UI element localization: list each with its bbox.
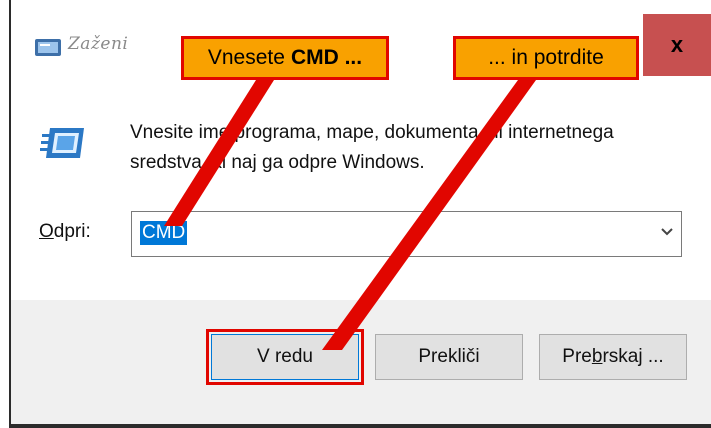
browse-label-post: rskaj ...: [602, 346, 664, 367]
browse-label-accelerator: b: [591, 346, 603, 367]
browse-label-pre: Pre: [562, 346, 592, 367]
callout-type-cmd: Vnesete CMD ...: [181, 36, 389, 80]
close-icon: x: [670, 32, 684, 57]
window-bottom-border: [11, 424, 711, 428]
open-label: Odpri:: [39, 221, 91, 243]
run-app-icon: [34, 36, 64, 63]
callout-type-prefix: Vnesete: [207, 46, 285, 69]
close-button[interactable]: x: [643, 14, 711, 76]
open-label-text: dpri:: [53, 221, 91, 242]
run-dialog-icon: [40, 124, 88, 169]
callout-type-bold: CMD ...: [290, 46, 363, 69]
callout-confirm: ... in potrdite: [453, 36, 639, 80]
open-input-value[interactable]: CMD: [140, 221, 188, 245]
browse-button[interactable]: Pre b rskaj ...: [539, 334, 687, 380]
open-combobox[interactable]: CMD: [131, 211, 682, 257]
dropdown-chevron-icon[interactable]: [661, 224, 673, 242]
ok-button-highlight: [206, 329, 364, 385]
window-title: Zaženi: [68, 34, 129, 54]
cancel-button[interactable]: Prekliči: [375, 334, 523, 380]
open-label-accelerator: O: [39, 221, 54, 242]
description-text: Vnesite ime programa, mape, dokumenta al…: [130, 122, 614, 173]
run-dialog: Zaženi x Vnesite ime programa, mape, dok…: [0, 0, 711, 428]
